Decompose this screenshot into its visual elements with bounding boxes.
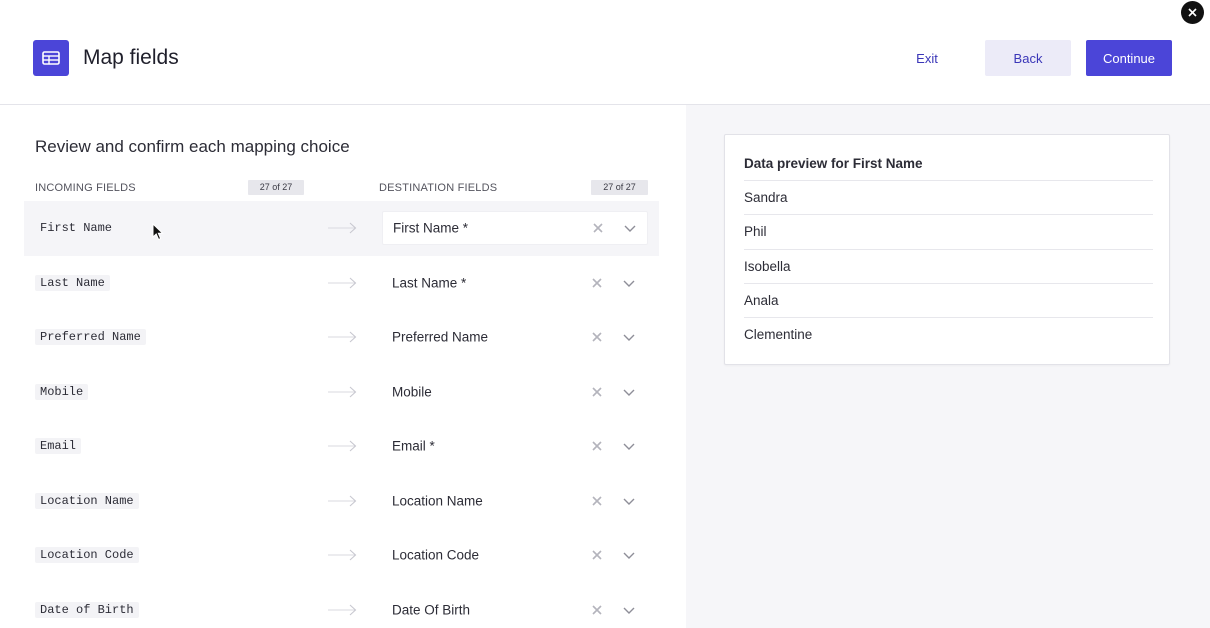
incoming-field-name: Date of Birth — [35, 601, 139, 618]
clear-icon[interactable] — [591, 331, 603, 343]
chevron-down-icon[interactable] — [622, 441, 636, 451]
incoming-fields-header: INCOMING FIELDS — [35, 182, 136, 194]
incoming-count-badge: 27 of 27 — [248, 180, 304, 195]
destination-field-select[interactable]: Date Of Birth — [382, 593, 648, 627]
arrow-right-icon — [328, 604, 357, 616]
clear-icon[interactable] — [591, 386, 603, 398]
mapping-row[interactable]: Date of Birth Date Of Birth — [24, 583, 659, 628]
arrow-right-icon — [328, 277, 357, 289]
section-title: Review and confirm each mapping choice — [35, 137, 350, 156]
preview-panel: Data preview for First Name Sandra Phil Is… — [686, 105, 1210, 628]
mapping-row[interactable]: Email Email * — [24, 419, 659, 474]
destination-field-label: Location Code — [392, 547, 480, 563]
destination-field-select[interactable]: Location Name — [382, 484, 648, 518]
arrow-right-icon — [328, 222, 357, 234]
chevron-down-icon[interactable] — [622, 605, 636, 615]
arrow-right-icon — [328, 440, 357, 452]
destination-field-select[interactable]: Location Code — [382, 538, 648, 572]
preview-value: Sandra — [744, 180, 1153, 214]
chevron-down-icon[interactable] — [623, 223, 637, 233]
preview-value: Anala — [744, 282, 1153, 317]
arrow-right-icon — [328, 549, 357, 561]
incoming-field-name: Location Name — [35, 492, 139, 509]
destination-field-label: Preferred Name — [392, 329, 489, 345]
incoming-field-name: Preferred Name — [35, 329, 146, 346]
arrow-right-icon — [328, 386, 357, 398]
incoming-field-name: Email — [35, 438, 82, 455]
mapping-row[interactable]: Preferred Name Preferred Name — [24, 310, 659, 365]
arrow-right-icon — [328, 331, 357, 343]
destination-field-select[interactable]: Email * — [382, 429, 648, 463]
preview-value: Clementine — [744, 317, 1153, 351]
destination-fields-header: DESTINATION FIELDS — [379, 182, 498, 194]
destination-field-select[interactable]: Mobile — [382, 375, 648, 409]
mapping-row[interactable]: Last Name Last Name * — [24, 256, 659, 311]
chevron-down-icon[interactable] — [622, 496, 636, 506]
incoming-field-name: Last Name — [35, 274, 110, 291]
clear-icon[interactable] — [591, 549, 603, 561]
arrow-right-icon — [328, 495, 357, 507]
destination-field-label: Last Name * — [392, 275, 467, 291]
destination-field-select[interactable]: Last Name * — [382, 266, 648, 300]
mapping-rows: First Name First Name * Last Name Last Name… — [24, 201, 659, 628]
clear-icon[interactable] — [591, 277, 603, 289]
destination-field-label: First Name * — [393, 220, 469, 236]
incoming-field-name: Location Code — [35, 547, 139, 564]
chevron-down-icon[interactable] — [622, 550, 636, 560]
destination-field-label: Email * — [392, 438, 435, 454]
destination-field-label: Date Of Birth — [392, 602, 471, 618]
incoming-field-name: First Name — [40, 221, 113, 236]
continue-button[interactable]: Continue — [1086, 40, 1172, 76]
preview-value: Phil — [744, 214, 1153, 248]
destination-field-label: Mobile — [392, 384, 432, 400]
mapping-row[interactable]: Location Name Location Name — [24, 474, 659, 529]
mouse-cursor-icon — [152, 223, 164, 241]
chevron-down-icon[interactable] — [622, 387, 636, 397]
destination-field-select[interactable]: First Name * — [382, 211, 648, 246]
preview-value: Isobella — [744, 248, 1153, 283]
page-title: Map fields — [83, 46, 179, 69]
close-icon[interactable] — [1181, 1, 1204, 24]
clear-icon[interactable] — [591, 495, 603, 507]
table-icon — [33, 40, 69, 76]
back-button[interactable]: Back — [985, 40, 1071, 76]
clear-icon[interactable] — [592, 222, 604, 234]
clear-icon[interactable] — [591, 604, 603, 616]
header: Map fields Exit Back Continue — [0, 0, 1210, 105]
chevron-down-icon[interactable] — [622, 332, 636, 342]
destination-field-select[interactable]: Preferred Name — [382, 320, 648, 354]
mapping-row[interactable]: Location Code Location Code — [24, 528, 659, 583]
data-preview-card: Data preview for First Name Sandra Phil Is… — [724, 134, 1170, 365]
preview-list: Sandra Phil Isobella Anala Clementine — [744, 180, 1153, 351]
chevron-down-icon[interactable] — [622, 278, 636, 288]
clear-icon[interactable] — [591, 440, 603, 452]
exit-button[interactable]: Exit — [898, 40, 956, 76]
incoming-field-name: Mobile — [35, 383, 89, 400]
mapping-row[interactable]: Mobile Mobile — [24, 365, 659, 420]
mapping-row[interactable]: First Name First Name * — [24, 201, 659, 256]
destination-field-label: Location Name — [392, 493, 483, 509]
destination-count-badge: 27 of 27 — [591, 180, 648, 195]
preview-title: Data preview for First Name — [744, 156, 923, 171]
mapping-panel: Review and confirm each mapping choice I… — [0, 105, 686, 628]
